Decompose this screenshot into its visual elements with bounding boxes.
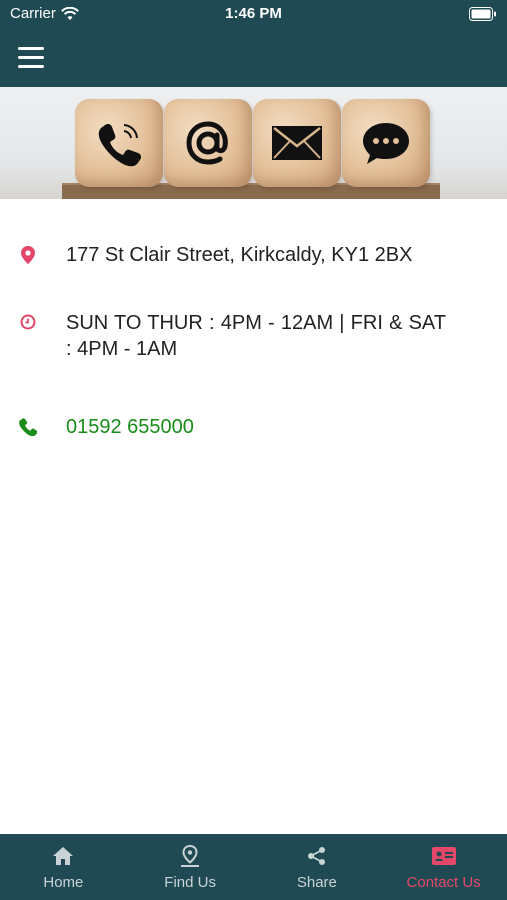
phone-icon bbox=[18, 417, 38, 437]
clock-icon bbox=[18, 312, 38, 332]
tab-find-us[interactable]: Find Us bbox=[127, 834, 254, 900]
bottom-tab-bar: Home Find Us Share Contact Us bbox=[0, 834, 507, 900]
location-pin-icon bbox=[178, 844, 202, 868]
location-pin-icon bbox=[18, 245, 38, 265]
hamburger-menu-icon[interactable] bbox=[14, 40, 50, 74]
tab-share[interactable]: Share bbox=[254, 834, 381, 900]
opening-hours-text: SUN TO THUR : 4PM - 12AM | FRI & SAT : 4… bbox=[66, 312, 446, 360]
tab-home[interactable]: Home bbox=[0, 834, 127, 900]
battery-icon bbox=[469, 7, 497, 25]
status-time: 1:46 PM bbox=[225, 5, 282, 22]
tab-contact-us-label: Contact Us bbox=[406, 874, 481, 891]
tab-find-us-label: Find Us bbox=[164, 874, 216, 891]
wooden-shelf bbox=[62, 185, 440, 199]
status-bar: Carrier 1:46 PM bbox=[0, 0, 507, 28]
share-icon bbox=[305, 844, 329, 868]
tab-contact-us[interactable]: Contact Us bbox=[380, 834, 507, 900]
at-sign-icon bbox=[164, 99, 252, 187]
contact-banner-image bbox=[0, 87, 507, 199]
tab-share-label: Share bbox=[296, 874, 337, 891]
chat-bubble-icon bbox=[342, 99, 430, 187]
phone-icon bbox=[75, 99, 163, 187]
envelope-icon bbox=[253, 99, 341, 187]
phone-number-link[interactable]: 01592 655000 bbox=[66, 414, 446, 440]
app-header bbox=[0, 28, 507, 87]
tab-home-label: Home bbox=[43, 874, 84, 891]
home-icon bbox=[51, 844, 75, 868]
address-text: 177 St Clair Street, Kirkcaldy, KY1 2BX bbox=[66, 244, 413, 266]
contact-card-icon bbox=[431, 844, 456, 868]
